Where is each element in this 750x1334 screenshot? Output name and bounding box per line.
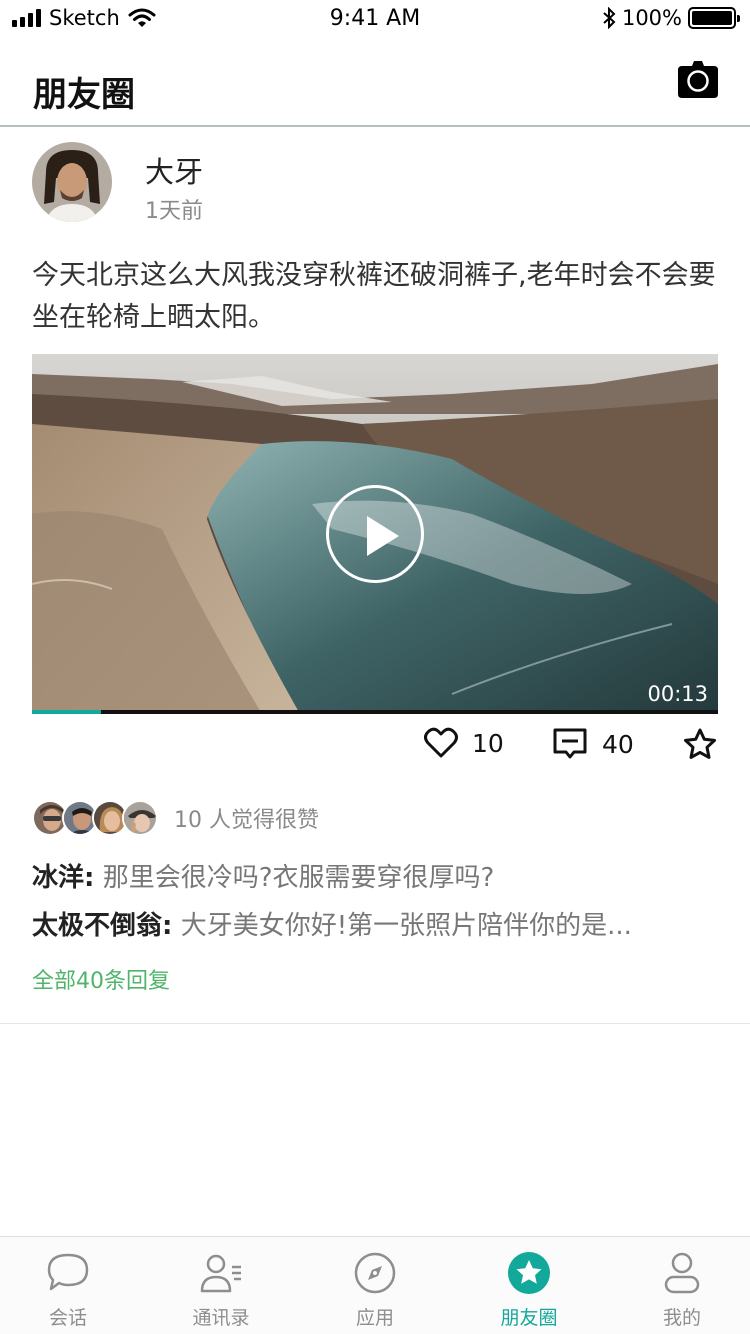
video-progress-fill (32, 710, 101, 714)
tab-bar: 会话 通讯录 应用 朋友圈 我的 (0, 1236, 750, 1334)
comment-item[interactable]: 冰洋: 那里会很冷吗?衣服需要穿很厚吗? (32, 857, 494, 894)
person-icon (664, 1252, 700, 1294)
like-button[interactable]: 10 (424, 727, 504, 759)
tab-label: 我的 (662, 1307, 701, 1329)
post-text: 今天北京这么大风我没穿秋裤还破洞裤子,老年时会不会要坐在轮椅上晒太阳。 (32, 260, 716, 333)
video-duration: 00:13 (647, 682, 708, 706)
tab-label: 朋友圈 (500, 1307, 558, 1329)
compass-icon (354, 1252, 396, 1294)
favorite-button[interactable] (682, 727, 718, 761)
bluetooth-icon (603, 7, 616, 29)
liker-avatar (122, 800, 158, 836)
likes-row[interactable]: 10 人觉得很赞 (32, 799, 319, 837)
comment-button[interactable]: 40 (552, 727, 634, 761)
tab-label: 通讯录 (192, 1307, 250, 1329)
comment-colon: : (162, 911, 173, 941)
status-bar: Sketch 9:41 AM 100% (0, 0, 750, 40)
heart-icon (424, 727, 458, 758)
play-button[interactable] (326, 485, 424, 583)
tab-label: 会话 (48, 1307, 87, 1329)
tab-me[interactable]: 我的 (607, 1237, 750, 1334)
all-replies-link[interactable]: 全部40条回复 (32, 963, 170, 995)
star-outline-icon (684, 728, 716, 759)
tab-chat[interactable]: 会话 (0, 1237, 143, 1334)
comment-icon (553, 728, 587, 759)
comment-count: 40 (602, 729, 634, 759)
comment-text: 大牙美女你好!第一张照片陪伴你的是... (180, 911, 632, 941)
post-time: 1天前 (145, 199, 203, 224)
likes-summary: 10 人觉得很赞 (174, 808, 319, 833)
video-player[interactable]: 00:13 (32, 354, 718, 714)
comment-item[interactable]: 太极不倒翁: 大牙美女你好!第一张照片陪伴你的是... (32, 905, 632, 942)
comment-colon: : (84, 863, 95, 893)
like-count: 10 (472, 728, 504, 758)
avatar[interactable] (32, 142, 112, 222)
comment-text: 那里会很冷吗?衣服需要穿很厚吗? (102, 863, 495, 893)
battery-percent: 100% (621, 6, 682, 30)
page-title: 朋友圈 (33, 75, 135, 115)
comment-user[interactable]: 太极不倒翁 (32, 911, 162, 941)
camera-icon (678, 61, 718, 98)
author-name[interactable]: 大牙 (145, 149, 203, 191)
tab-apps[interactable]: 应用 (300, 1237, 450, 1334)
contacts-icon (200, 1254, 241, 1293)
tab-label: 应用 (355, 1307, 394, 1329)
tab-contacts[interactable]: 通讯录 (146, 1237, 296, 1334)
video-progress-bar[interactable] (32, 710, 718, 714)
comment-user[interactable]: 冰洋 (32, 863, 84, 893)
nav-bar: 朋友圈 (0, 40, 750, 127)
moment-post: 大牙 1天前 今天北京这么大风我没穿秋裤还破洞裤子,老年时会不会要坐在轮椅上晒太… (0, 127, 750, 1024)
chat-bubble-icon (47, 1253, 89, 1291)
star-icon (508, 1252, 550, 1294)
post-actions: 10 40 (0, 727, 750, 771)
camera-button[interactable] (678, 60, 718, 98)
battery-icon (688, 7, 740, 29)
tab-moments[interactable]: 朋友圈 (454, 1237, 604, 1334)
